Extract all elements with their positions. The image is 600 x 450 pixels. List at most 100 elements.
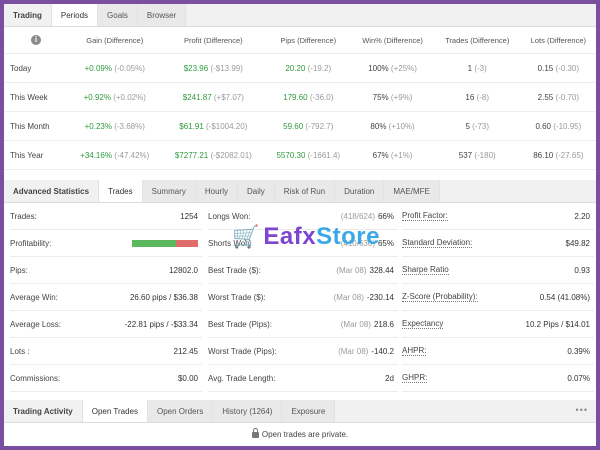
tab-trading-activity[interactable]: Trading Activity <box>4 400 83 422</box>
trades-diff: (-8) <box>476 92 490 102</box>
row-label: This Week <box>4 82 68 112</box>
profit-cell: $23.96 (-$13.99) <box>161 53 266 83</box>
stat-value: (Mar 08) -230.14 <box>334 293 394 302</box>
stat-number: 66% <box>377 211 394 221</box>
stat-row-z-score: Z-Score (Probability): 0.54 (41.08%) <box>402 284 594 311</box>
win-diff: (+10%) <box>388 121 415 131</box>
stat-row-shorts-won: Shorts Won: (410/630) 65% <box>208 230 398 257</box>
pips-diff: (-1661.4) <box>307 150 341 160</box>
stat-row-average-loss: Average Loss: -22.81 pips / -$33.34 <box>10 311 202 338</box>
header-pips: Pips (Difference) <box>265 27 352 54</box>
trades-value: 16 <box>465 92 475 102</box>
table-row: This Month +0.23% (-3.68%) $61.91 (-$100… <box>4 111 596 141</box>
lots-cell: 0.60 (-10.95) <box>520 111 596 141</box>
stat-label: Longs Won: <box>208 211 251 221</box>
stat-row-worst-trade-usd: Worst Trade ($): (Mar 08) -230.14 <box>208 284 398 311</box>
stat-label: Commissions: <box>10 373 61 383</box>
stat-row-best-trade-pips: Best Trade (Pips): (Mar 08) 218.6 <box>208 311 398 338</box>
tab-open-trades[interactable]: Open Trades <box>82 400 148 422</box>
info-icon[interactable]: i <box>31 35 41 45</box>
profit-diff: (-$1004.20) <box>206 121 248 131</box>
trades-cell: 5 (-73) <box>433 111 521 141</box>
stat-number: 65% <box>377 238 394 248</box>
tab-trades[interactable]: Trades <box>99 180 143 202</box>
lots-diff: (-10.95) <box>553 121 582 131</box>
advanced-statistics-panel: Advanced Statistics Trades Summary Hourl… <box>4 180 596 392</box>
lots-cell: 86.10 (-27.65) <box>520 140 596 170</box>
tab-open-orders[interactable]: Open Orders <box>147 400 214 422</box>
stats-right-column: Profit Factor: 2.20 Standard Deviation: $4… <box>402 203 594 392</box>
pips-cell: 5570.30 (-1661.4) <box>265 140 352 170</box>
profitability-loss-segment <box>175 239 198 247</box>
pips-diff: (-792.7) <box>305 121 334 131</box>
row-label: This Month <box>4 111 68 141</box>
gain-value: +0.23% <box>84 121 112 131</box>
pips-value: 59.60 <box>283 121 304 131</box>
win-value: 100% <box>368 63 389 73</box>
tab-goals[interactable]: Goals <box>98 4 138 26</box>
stat-label[interactable]: Sharpe Ratio <box>402 265 449 275</box>
stat-row-sharpe-ratio: Sharpe Ratio 0.93 <box>402 257 594 284</box>
profit-value: $241.87 <box>182 92 212 102</box>
periods-panel: Trading Periods Goals Browser i Gain (Di… <box>4 4 596 174</box>
tab-summary[interactable]: Summary <box>142 180 196 202</box>
pips-diff: (-19.2) <box>307 63 332 73</box>
stat-row-ghpr: GHPR: 0.07% <box>402 365 594 392</box>
gain-diff: (-47.42%) <box>114 150 150 160</box>
stat-row-avg-trade-length: Avg. Trade Length: 2d <box>208 365 398 392</box>
profitability-win-segment <box>132 239 176 247</box>
tab-browser[interactable]: Browser <box>137 4 187 26</box>
gain-cell: +0.92% (+0.02%) <box>68 82 162 112</box>
tab-risk-of-ruin[interactable]: Risk of Run <box>274 180 336 202</box>
tab-trading[interactable]: Trading <box>4 4 52 26</box>
tab-periods[interactable]: Periods <box>51 4 99 26</box>
profit-diff: (-$2082.01) <box>210 150 252 160</box>
stat-label[interactable]: AHPR: <box>402 346 427 356</box>
stat-row-standard-deviation: Standard Deviation: $49.82 <box>402 230 594 257</box>
statistics-widget: Trading Periods Goals Browser i Gain (Di… <box>4 4 596 446</box>
row-label: Today <box>4 53 68 83</box>
tab-hourly[interactable]: Hourly <box>195 180 238 202</box>
stat-label[interactable]: Z-Score (Probability): <box>402 292 478 302</box>
stat-label[interactable]: Expectancy <box>402 319 444 329</box>
pips-value: 20.20 <box>285 63 306 73</box>
gain-value: +0.09% <box>84 63 112 73</box>
lots-diff: (-0.70) <box>555 92 580 102</box>
stat-value: -22.81 pips / -$33.34 <box>124 319 198 329</box>
stat-row-longs-won: Longs Won: (418/624) 66% <box>208 203 398 230</box>
stat-label: Worst Trade ($): <box>208 292 266 302</box>
stat-value: 0.07% <box>567 373 590 383</box>
stat-row-pips: Pips: 12802.0 <box>10 257 202 284</box>
lots-cell: 0.15 (-0.30) <box>520 53 596 83</box>
stat-value: 1254 <box>180 211 198 221</box>
win-diff: (+9%) <box>390 92 413 102</box>
tab-duration[interactable]: Duration <box>335 180 385 202</box>
stat-value: 0.39% <box>567 346 590 356</box>
profit-value: $61.91 <box>179 121 204 131</box>
stat-row-profitability: Profitability: <box>10 230 202 257</box>
win-cell: 80% (+10%) <box>351 111 434 141</box>
stat-value: 212.45 <box>173 346 198 356</box>
tab-advanced-statistics[interactable]: Advanced Statistics <box>4 180 100 202</box>
stat-label: Pips: <box>10 265 28 275</box>
tab-history[interactable]: History (1264) <box>213 400 283 422</box>
trades-diff: (-73) <box>472 121 490 131</box>
pips-value: 5570.30 <box>276 150 306 160</box>
profit-cell: $241.87 (+$7.07) <box>161 82 266 112</box>
win-diff: (+25%) <box>390 63 417 73</box>
more-options-icon[interactable]: ••• <box>576 405 588 415</box>
stat-label[interactable]: GHPR: <box>402 373 428 383</box>
gain-diff: (-0.05%) <box>114 63 145 73</box>
tab-mae-mfe[interactable]: MAE/MFE <box>384 180 440 202</box>
lots-value: 0.15 <box>537 63 554 73</box>
stat-label: Trades: <box>10 211 37 221</box>
tab-daily[interactable]: Daily <box>238 180 275 202</box>
private-notice: Open trades are private. <box>4 423 596 439</box>
stat-value: (418/624) 66% <box>341 212 394 221</box>
stat-label[interactable]: Profit Factor: <box>402 211 448 221</box>
tab-exposure[interactable]: Exposure <box>282 400 336 422</box>
profitability-bar <box>132 239 198 247</box>
stat-note: (Mar 08) <box>336 265 367 275</box>
trades-value: 5 <box>465 121 470 131</box>
stat-label[interactable]: Standard Deviation: <box>402 238 473 248</box>
